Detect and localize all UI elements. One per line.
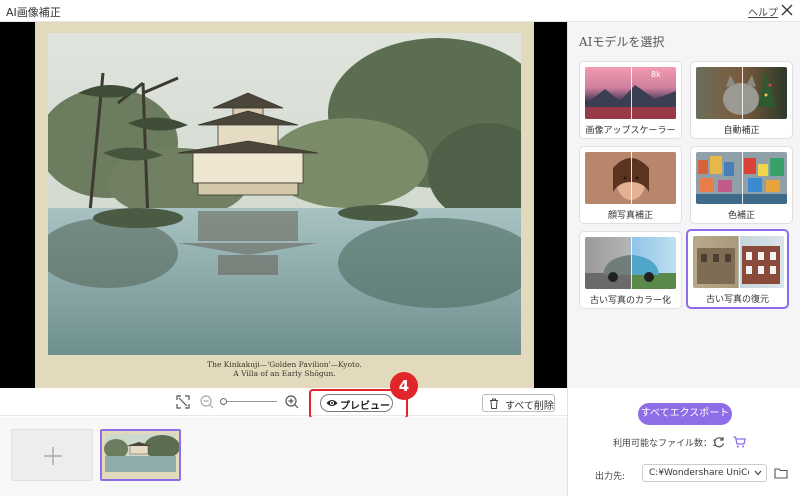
image-thumbnail[interactable] — [100, 429, 181, 481]
help-link[interactable]: ヘルプ — [748, 4, 778, 19]
thumbnail-strip — [0, 417, 567, 496]
window-title: AI画像補正 — [6, 6, 61, 19]
preview-photo: The Kinkakuji—'Golden Pavilion'—Kyoto. A… — [35, 22, 534, 388]
export-area: すべてエクスポート 利用可能なファイル数：1 出力先: C:¥Wondersha… — [567, 388, 800, 496]
add-image-button[interactable] — [11, 429, 93, 481]
ai-model-panel: AIモデルを選択 8k 画像アップスケーラー 自動補正 顔写真補正 色補正 古い… — [567, 22, 800, 388]
refresh-icon[interactable] — [713, 436, 725, 448]
auto-enhance-thumbnail — [696, 67, 787, 119]
available-files-count: 利用可能なファイル数：1 — [613, 439, 718, 449]
model-card-auto-enhance[interactable]: 自動補正 — [690, 61, 793, 139]
restore-thumbnail — [693, 236, 784, 288]
zoom-slider-track[interactable] — [223, 401, 277, 402]
model-card-colorize[interactable]: 古い写真のカラー化 — [579, 231, 682, 309]
plus-icon — [44, 447, 62, 465]
title-bar: AI画像補正 ヘルプ — [0, 0, 800, 22]
model-label-auto-enhance: 自動補正 — [723, 126, 760, 136]
eye-icon — [326, 400, 338, 406]
output-path-value: C:¥Wondershare UniConv — [649, 468, 749, 478]
zoom-slider-handle[interactable] — [220, 398, 227, 405]
model-card-restore[interactable]: 古い写真の復元 — [686, 229, 789, 309]
trash-icon — [490, 398, 498, 409]
photo-caption-line2: A Villa of an Early Shōgun. — [233, 369, 336, 378]
model-card-face[interactable]: 顔写真補正 — [579, 146, 682, 224]
image-preview: The Kinkakuji—'Golden Pavilion'—Kyoto. A… — [0, 22, 567, 388]
export-all-button[interactable]: すべてエクスポート — [638, 403, 732, 425]
model-label-restore: 古い写真の復元 — [705, 295, 769, 305]
preview-button[interactable]: プレビュー — [320, 394, 393, 412]
output-label: 出力先: — [595, 472, 626, 482]
ai-model-heading: AIモデルを選択 — [579, 35, 665, 49]
output-path-select[interactable]: C:¥Wondershare UniConv — [642, 464, 767, 482]
upscaler-8k-label: 8k — [651, 70, 661, 79]
colorize-thumbnail — [585, 237, 676, 289]
model-label-color-correct: 色補正 — [727, 211, 755, 221]
delete-all-label: すべて削除 — [505, 401, 554, 412]
fit-screen-icon[interactable] — [176, 395, 190, 409]
color-correct-thumbnail — [696, 152, 787, 204]
model-card-color-correct[interactable]: 色補正 — [690, 146, 793, 224]
step-badge: 4 — [390, 372, 418, 400]
close-icon[interactable] — [780, 3, 794, 17]
zoom-in-icon[interactable] — [285, 395, 299, 409]
cart-icon[interactable] — [733, 436, 746, 448]
thumbnail-photo — [104, 434, 179, 472]
chevron-down-icon — [754, 470, 762, 476]
model-label-colorize: 古い写真のカラー化 — [589, 296, 671, 306]
kinkakuji-photo — [48, 33, 521, 355]
upscaler-thumbnail: 8k — [585, 67, 676, 119]
zoom-out-icon[interactable] — [200, 395, 214, 409]
preview-button-label: プレビュー — [340, 401, 390, 412]
model-label-upscaler: 画像アップスケーラー — [585, 126, 676, 136]
folder-icon[interactable] — [774, 467, 788, 479]
photo-caption-line1: The Kinkakuji—'Golden Pavilion'—Kyoto. — [207, 360, 362, 369]
model-card-upscaler[interactable]: 8k 画像アップスケーラー — [579, 61, 682, 139]
delete-all-button[interactable]: すべて削除 — [482, 394, 555, 412]
face-thumbnail — [585, 152, 676, 204]
model-label-face: 顔写真補正 — [607, 211, 653, 221]
